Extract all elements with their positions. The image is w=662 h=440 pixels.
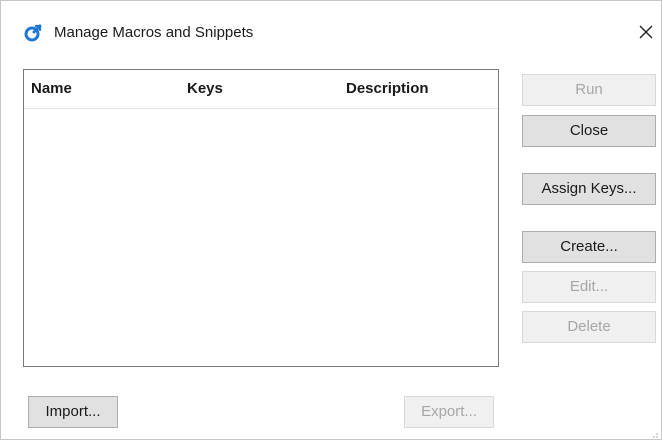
close-icon[interactable] — [635, 21, 657, 43]
import-button[interactable]: Import... — [28, 396, 118, 428]
macro-app-icon — [23, 23, 43, 43]
column-header-name[interactable]: Name — [31, 80, 72, 97]
column-header-keys[interactable]: Keys — [187, 80, 223, 97]
edit-button[interactable]: Edit... — [522, 271, 656, 303]
window-title: Manage Macros and Snippets — [54, 24, 254, 41]
assign-keys-button[interactable]: Assign Keys... — [522, 173, 656, 205]
close-button[interactable]: Close — [522, 115, 656, 147]
create-button[interactable]: Create... — [522, 231, 656, 263]
manage-macros-dialog: Manage Macros and Snippets Name Keys Des… — [0, 0, 662, 440]
column-header-description[interactable]: Description — [346, 80, 429, 97]
list-header: Name Keys Description — [24, 70, 498, 109]
export-button[interactable]: Export... — [404, 396, 494, 428]
title-bar: Manage Macros and Snippets — [1, 1, 661, 43]
macro-list[interactable]: Name Keys Description — [23, 69, 499, 367]
resize-grip-icon[interactable] — [649, 426, 659, 438]
delete-button[interactable]: Delete — [522, 311, 656, 343]
run-button[interactable]: Run — [522, 74, 656, 106]
